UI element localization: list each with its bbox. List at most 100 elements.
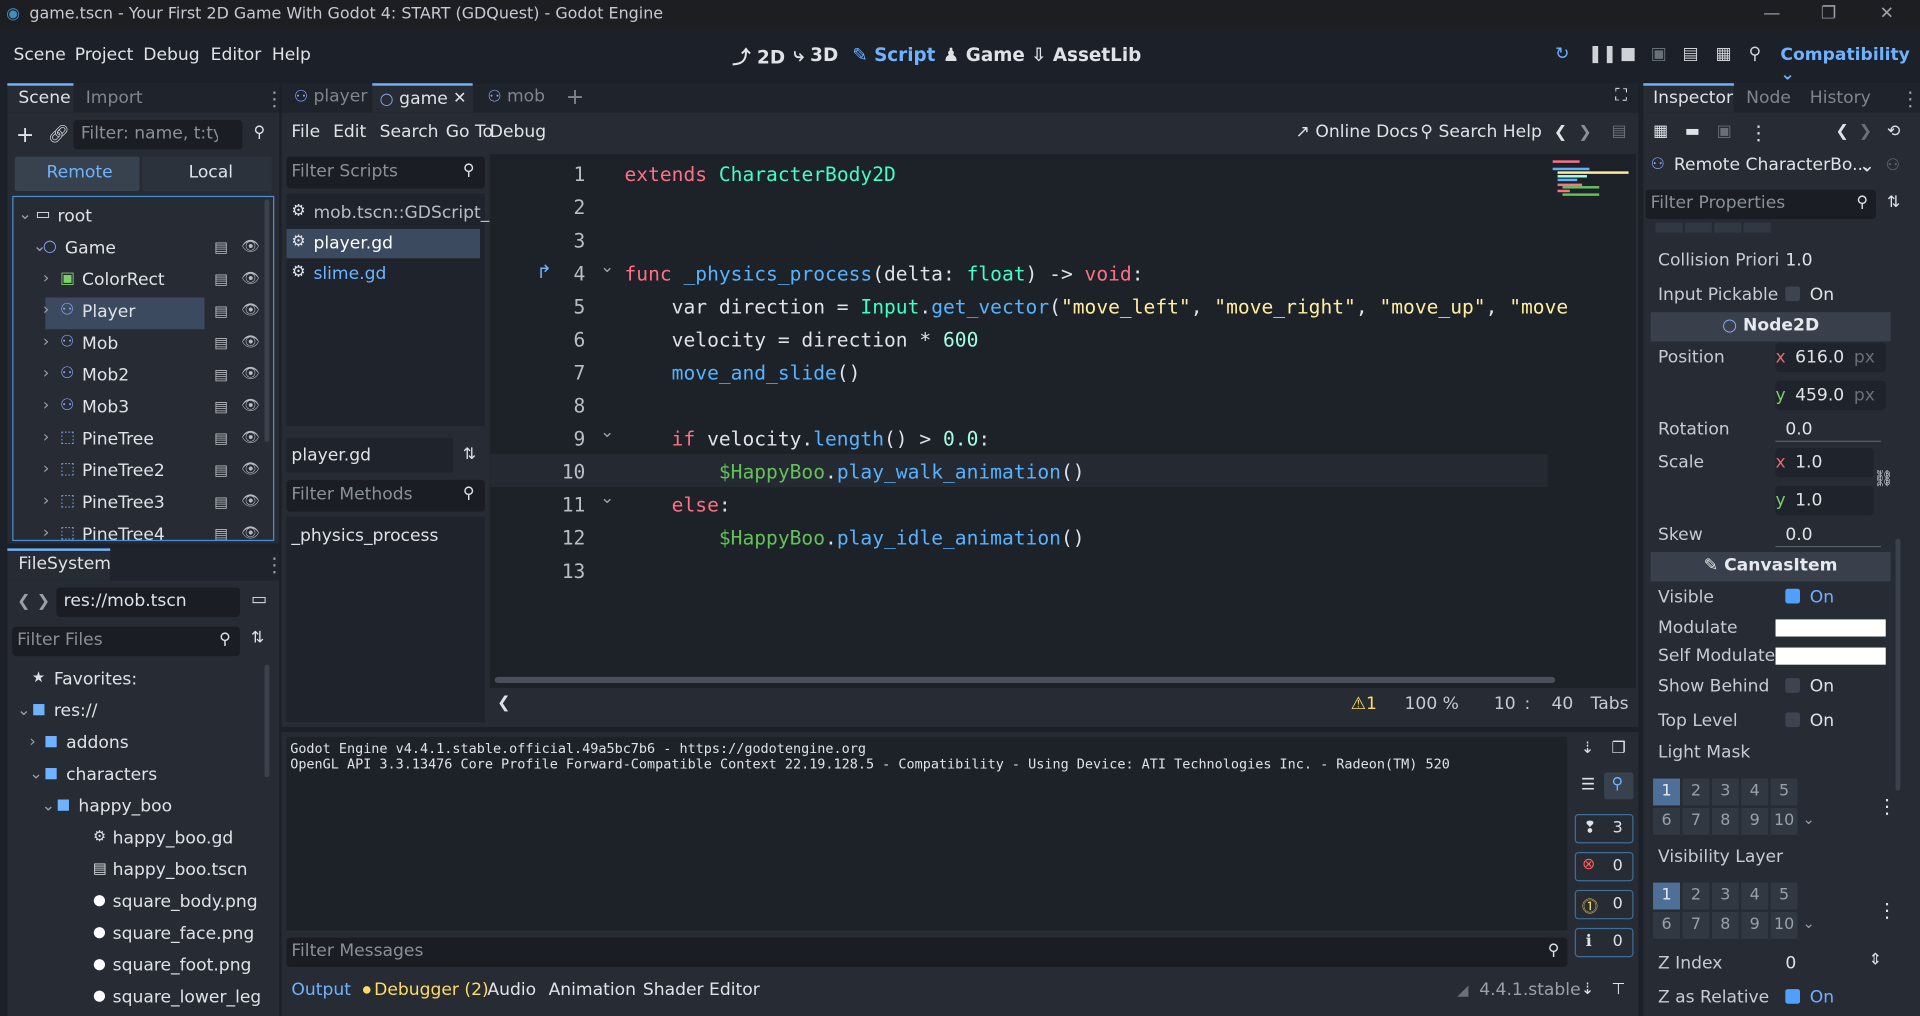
scene-node-colorrect[interactable]: › ▣ ColorRect ▤ 👁︎ [13, 266, 273, 298]
scene-instance-icon[interactable]: ▤ [214, 493, 228, 510]
layer-cell[interactable]: 4 [1741, 778, 1769, 806]
filesystem-scrollbar[interactable] [264, 664, 270, 778]
scene-node-mob3[interactable]: › ⚇ Mob3 ▤ 👁︎ [13, 393, 273, 425]
code-line[interactable]: 5 var direction = Input.get_vector("move… [490, 289, 1569, 322]
bottom-tab-debugger[interactable]: ● Debugger (2) [362, 981, 488, 1001]
scene-instance-icon[interactable]: ▤ [214, 302, 228, 319]
filesystem-path-input[interactable]: res://mob.tscn [56, 587, 241, 617]
file-item[interactable]: ★ Favorites: [15, 665, 260, 697]
file-item[interactable]: ⌄ ■ res:// [15, 697, 260, 729]
position-x-field[interactable]: x 616.0 px [1775, 342, 1886, 373]
errors-toggle[interactable]: ⊗ 0 [1574, 851, 1634, 882]
close-tab-icon[interactable]: ✕ [453, 89, 466, 107]
property-options-icon[interactable]: ⇅ [1887, 193, 1900, 211]
reload-icon[interactable]: ↻ [1555, 44, 1569, 64]
layer-cell[interactable]: 8 [1711, 807, 1739, 835]
light-mask-grid[interactable]: 1 2 3 4 5 6 7 8 9 10 ⌄ [1653, 778, 1815, 838]
layer-cell[interactable] [1714, 222, 1742, 233]
expand-arrow-icon[interactable]: › [43, 460, 49, 478]
scene-instance-icon[interactable]: ▤ [214, 398, 228, 415]
expand-arrow-icon[interactable]: › [43, 301, 49, 319]
code-line[interactable]: 10 $HappyBoo.play_walk_animation() [489, 454, 1548, 488]
layer-cell[interactable]: 3 [1711, 778, 1739, 806]
scale-y-field[interactable]: y 1.0 [1775, 485, 1874, 516]
fold-arrow-icon[interactable]: ⌄ [600, 488, 614, 508]
scene-instance-icon[interactable]: ▤ [214, 430, 228, 447]
sort-methods-icon[interactable]: ⇅ [463, 446, 476, 464]
light-mask-menu-icon[interactable]: ⋮ [1877, 794, 1897, 817]
messages-toggle[interactable]: ❢ 3 [1574, 814, 1634, 844]
workspace-3d-button[interactable]: ⤷ 3D [793, 44, 838, 66]
sort-icon[interactable]: ⇅ [251, 629, 264, 647]
visibility-eye-icon[interactable]: 👁︎ [241, 365, 260, 382]
expand-arrow-icon[interactable]: › [43, 365, 49, 383]
layer-cell[interactable]: 2 [1682, 882, 1710, 910]
code-editor[interactable]: 1 extends CharacterBody2D 2 3 4 ↱ ⌄ func _physi… [489, 154, 1636, 688]
script-menu-go-to[interactable]: Go To [446, 122, 493, 142]
rotation-slider[interactable] [1775, 440, 1881, 442]
expand-arrow-icon[interactable]: ⌄ [42, 797, 55, 815]
code-hscrollbar[interactable] [494, 676, 1556, 684]
spinbox-arrows-icon[interactable]: ⇕ [1869, 951, 1882, 969]
file-item[interactable]: › ■ addons [15, 728, 260, 760]
tab-import[interactable]: Import [86, 88, 143, 108]
collapse-duplicates-icon[interactable]: ☰ [1581, 776, 1595, 794]
forward-icon[interactable]: ❯ [37, 592, 50, 610]
object-history-icon[interactable]: ⟲ [1887, 122, 1900, 140]
code-line[interactable]: 9 ⌄ if velocity.length() > 0.0: [490, 421, 1548, 454]
info-toggle[interactable]: ℹ0 [1574, 927, 1634, 958]
inspector-menu-icon[interactable]: ⋮ [1900, 87, 1920, 110]
add-tab-icon[interactable]: + [566, 84, 584, 110]
visibility-eye-icon[interactable]: 👁︎ [241, 460, 260, 477]
bottom-tab-audio[interactable]: Audio [487, 981, 536, 1001]
search-help-button[interactable]: ⚲ Search Help [1420, 122, 1541, 142]
chevron-down-icon[interactable]: ⌄ [1802, 810, 1814, 827]
section-canvasitem[interactable]: ✎ CanvasItem [1650, 552, 1891, 582]
layer-cell[interactable]: 6 [1653, 807, 1681, 835]
link-icon[interactable]: 🔗︎ [48, 125, 70, 145]
skew-slider[interactable] [1775, 545, 1881, 548]
open-resource-icon[interactable]: ▬ [1685, 122, 1700, 140]
layer-cell[interactable]: 5 [1770, 882, 1798, 910]
prop-visible[interactable]: Visible On [1648, 583, 1893, 615]
file-item[interactable]: ● square_face.png [15, 919, 260, 951]
file-item[interactable]: ● square_body.png [15, 887, 260, 919]
scene-node-mob[interactable]: › ⚇ Mob ▤ 👁︎ [13, 329, 273, 361]
tab-history[interactable]: History [1810, 88, 1871, 108]
prop-z-index[interactable]: Z Index 0 ⇕ [1648, 949, 1893, 981]
menu-project[interactable]: Project [75, 45, 134, 65]
scene-node-pinetree[interactable]: › ⬚ PineTree ▤ 👁︎ [13, 425, 273, 457]
scene-instance-icon[interactable]: ▤ [214, 366, 228, 383]
method-item[interactable]: _physics_process [291, 526, 438, 546]
filter-files-input[interactable]: Filter Files [12, 626, 241, 657]
script-menu-search[interactable]: Search [380, 122, 439, 142]
self-modulate-color-swatch[interactable] [1775, 647, 1886, 665]
collapse-list-icon[interactable]: ❮ [497, 694, 510, 712]
search-filter-toggle[interactable]: ⚲ [1604, 772, 1634, 800]
add-node-icon[interactable]: + [16, 122, 34, 148]
layer-cell[interactable]: 6 [1653, 911, 1681, 939]
bottom-tab-animation[interactable]: Animation [549, 981, 636, 1001]
script-menu-file[interactable]: File [291, 122, 320, 142]
inspector-scrollbar[interactable] [1895, 538, 1901, 791]
override-arrow-icon[interactable]: ↱ [536, 261, 551, 283]
scene-node-pinetree4[interactable]: › ⬚ PineTree4 ▤ 👁︎ [13, 520, 273, 540]
history-forward-icon[interactable]: ❯ [1859, 122, 1872, 140]
layer-cell[interactable] [1655, 222, 1683, 233]
play-scene-icon[interactable]: ▤ [1682, 44, 1698, 64]
filter-properties-input[interactable]: Filter Properties ⚲ [1645, 189, 1876, 220]
checkbox-checked-icon[interactable] [1785, 989, 1801, 1004]
layer-cell[interactable]: 1 [1653, 882, 1681, 910]
prop-position[interactable]: Position x 616.0 px y 459.0 px [1648, 342, 1893, 412]
expand-arrow-icon[interactable]: › [43, 428, 49, 446]
prop-modulate[interactable]: Modulate [1648, 613, 1893, 645]
pin-panel-icon[interactable]: ⇣ [1581, 981, 1594, 999]
tab-scene[interactable]: Scene [18, 88, 70, 108]
scene-node-player[interactable]: › ⚇ Player ▤ 👁︎ [13, 297, 273, 330]
layer-cell[interactable]: 9 [1741, 807, 1769, 835]
close-window-icon[interactable]: ✕ [1880, 4, 1894, 24]
warnings-toggle[interactable]: ⓵0 [1574, 889, 1634, 920]
clear-output-icon[interactable]: ⇣ [1581, 739, 1594, 757]
tab-node[interactable]: Node [1746, 88, 1791, 108]
visibility-eye-icon[interactable]: 👁︎ [241, 492, 260, 509]
